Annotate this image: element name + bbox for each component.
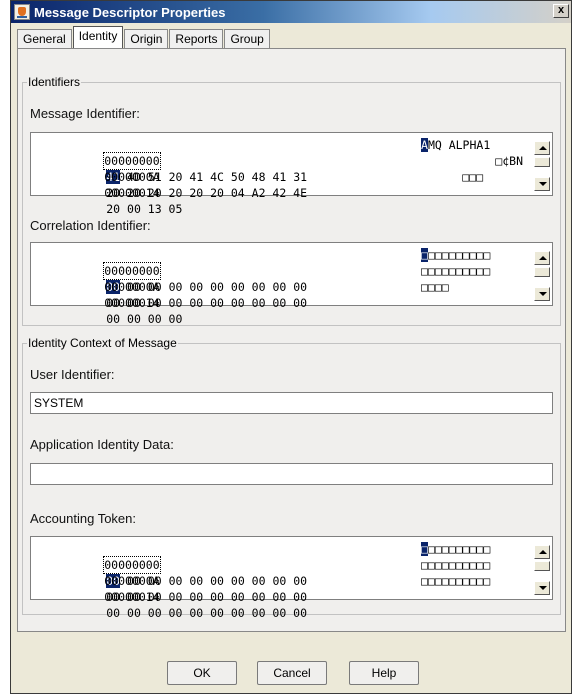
correlation-identifier-label: Correlation Identifier: [30,218,151,233]
row-offset: 00000014 [104,186,160,200]
ascii-text: □□□□□□□□□□ [421,264,491,278]
byte-values: 00 00 00 00 [106,312,183,326]
ascii-cursor: □ [421,248,428,262]
byte-values: 20 00 13 05 [106,202,183,216]
ascii-text: □□□□□□□□□ [427,248,491,262]
java-cup-icon [14,4,30,20]
dialog-button-bar: OK Cancel Help [11,661,571,687]
ascii-text: □□□□□□□□□□ [421,558,491,572]
hex-row: 00000014 00 00 00 00 [35,279,182,326]
hex-row: 00000000 41 4D 51 20 41 4C 50 48 41 31 [35,137,307,184]
scroll-down-icon[interactable] [534,177,550,191]
message-identifier-label: Message Identifier: [30,106,140,121]
scroll-thumb[interactable] [534,157,550,167]
identifiers-group: Identifiers Message Identifier: 00000000… [22,75,561,326]
vertical-scrollbar[interactable] [534,135,550,193]
ascii-column: □□□□□□□□□□ [421,247,490,263]
window-title: Message Descriptor Properties [34,4,226,20]
hex-row: 0000000A 20 20 20 20 20 20 04 A2 42 4E [35,153,307,200]
byte-values: 00 00 00 00 00 00 00 00 00 00 [106,606,308,620]
hex-row: 00000014 20 00 13 05 [35,169,182,216]
application-identity-label: Application Identity Data: [30,437,174,452]
identifiers-legend: Identifiers [27,75,82,89]
ascii-text: □□□□□□□□□ [427,542,491,556]
ascii-column: AMQ ALPHA1 [421,137,490,153]
tab-origin[interactable]: Origin [124,29,169,48]
dialog-window: Message Descriptor Properties x General … [10,0,572,694]
vertical-scrollbar[interactable] [534,245,550,303]
accounting-token-hex-editor[interactable]: 00000000 00 00 00 00 00 00 00 00 00 00 □… [30,536,553,620]
ascii-text: □□□□□□□□□□ [421,574,491,588]
hex-row: 0000000A 00 00 00 00 00 00 00 00 00 00 [35,557,307,604]
ascii-text: MQ ALPHA1 [427,138,491,152]
tab-identity[interactable]: Identity [72,26,124,48]
vertical-scrollbar[interactable] [534,539,550,597]
tab-group[interactable]: Group [224,29,270,48]
scroll-up-icon[interactable] [534,251,550,265]
ascii-text: □□□ [462,170,483,184]
scroll-down-icon[interactable] [534,287,550,301]
identity-context-legend: Identity Context of Message [27,336,178,350]
user-identifier-field[interactable]: SYSTEM [30,392,553,414]
row-offset: 00000014 [104,590,160,604]
scroll-thumb[interactable] [534,561,550,571]
ascii-text: □□□□ [421,280,449,294]
tab-reports[interactable]: Reports [169,29,224,48]
hex-row: 00000000 00 00 00 00 00 00 00 00 00 00 [35,247,307,294]
cancel-button[interactable]: Cancel [257,661,327,685]
scroll-up-icon[interactable] [534,141,550,155]
correlation-identifier-hex-editor[interactable]: 00000000 00 00 00 00 00 00 00 00 00 00 □… [30,242,553,326]
tab-general[interactable]: General [17,29,72,48]
scroll-up-icon[interactable] [534,545,550,559]
help-button[interactable]: Help [349,661,419,685]
tab-strip: General Identity Origin Reports Group [17,26,271,48]
message-identifier-hex-editor[interactable]: 00000000 41 4D 51 20 41 4C 50 48 41 31 A… [30,132,553,216]
ok-button[interactable]: OK [167,661,237,685]
identity-context-group: Identity Context of Message User Identif… [22,336,561,620]
ascii-text: □¢BN [495,154,523,168]
identity-panel: Identifiers Message Identifier: 00000000… [17,48,566,632]
hex-row: 00000014 00 00 00 00 00 00 00 00 00 00 [35,573,307,620]
ascii-cursor: □ [421,542,428,556]
user-identifier-label: User Identifier: [30,367,115,382]
scroll-down-icon[interactable] [534,581,550,595]
accounting-token-label: Accounting Token: [30,511,136,526]
title-bar[interactable]: Message Descriptor Properties x [11,1,571,23]
hex-row: 00000000 00 00 00 00 00 00 00 00 00 00 [35,541,307,588]
ascii-column: □□□□□□□□□□ [421,541,490,557]
ascii-cursor: A [421,138,428,152]
close-icon[interactable]: x [553,4,569,18]
application-identity-field[interactable] [30,463,553,485]
scroll-thumb[interactable] [534,267,550,277]
hex-row: 0000000A 00 00 00 00 00 00 00 00 00 00 [35,263,307,310]
row-offset: 00000014 [104,296,160,310]
